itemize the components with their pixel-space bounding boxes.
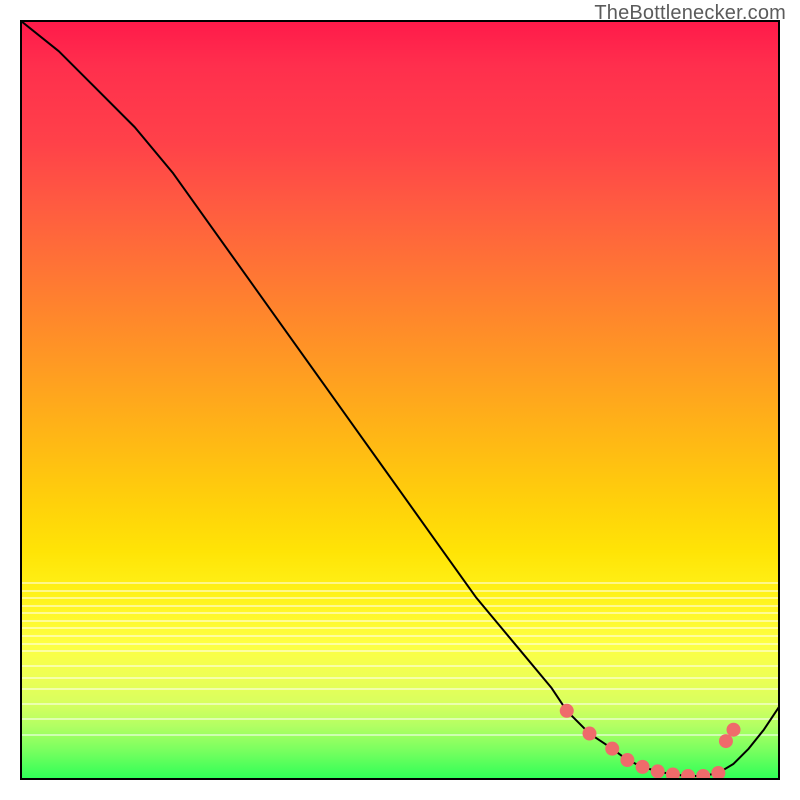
bottleneck-chart: TheBottlenecker.com <box>0 0 800 800</box>
curve-marker <box>605 742 619 756</box>
plot-area <box>21 21 779 779</box>
plot-frame-top <box>20 20 780 22</box>
plot-frame-left <box>20 20 22 780</box>
plot-frame-bottom <box>20 778 780 780</box>
bottleneck-curve <box>21 21 779 779</box>
plot-frame-right <box>778 20 780 780</box>
curve-marker <box>560 704 574 718</box>
curve-marker <box>583 727 597 741</box>
curve-marker <box>636 760 650 774</box>
curve-marker <box>727 723 741 737</box>
curve-marker <box>620 753 634 767</box>
curve-marker <box>651 764 665 778</box>
curve-marker <box>719 734 733 748</box>
